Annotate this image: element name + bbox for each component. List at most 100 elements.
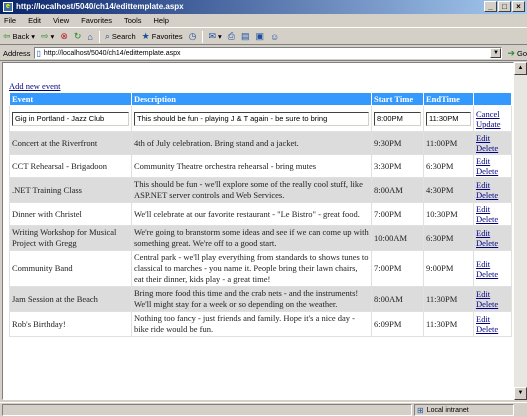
edit-link[interactable]: Edit bbox=[476, 259, 509, 269]
status-bar: ⊞ Local intranet bbox=[0, 402, 527, 417]
grid-header-row: Event Description Start Time EndTime bbox=[9, 92, 512, 106]
stop-button[interactable]: ⊗ bbox=[60, 31, 68, 42]
page-content: Add new event Event Description Start Ti… bbox=[9, 81, 512, 337]
mail-dropdown-icon: ▾ bbox=[217, 32, 222, 41]
description-input[interactable]: This should be fun - playing J & T again… bbox=[134, 111, 369, 126]
edit-link[interactable]: Edit bbox=[476, 133, 509, 143]
edit-link[interactable]: Edit bbox=[476, 314, 509, 324]
end-time-cell: 11:30PM bbox=[423, 286, 474, 312]
back-arrow-icon: ⇦ bbox=[3, 31, 11, 41]
header-event: Event bbox=[9, 92, 132, 106]
event-cell: Writing Workshop for Musical Project wit… bbox=[9, 225, 132, 251]
end-time-cell: 11:30PM bbox=[423, 311, 474, 337]
delete-link[interactable]: Delete bbox=[476, 166, 509, 176]
edit-link[interactable]: Edit bbox=[476, 180, 509, 190]
delete-link[interactable]: Delete bbox=[476, 143, 509, 153]
edit-link[interactable]: Edit bbox=[476, 289, 509, 299]
vertical-scrollbar[interactable]: ▲ ▼ bbox=[514, 62, 527, 400]
end-time-cell: 11:00PM bbox=[423, 131, 474, 155]
menu-file[interactable]: File bbox=[4, 16, 16, 25]
status-text bbox=[2, 404, 412, 416]
header-end-time: EndTime bbox=[423, 92, 474, 106]
menu-tools[interactable]: Tools bbox=[124, 16, 142, 25]
close-button[interactable]: × bbox=[512, 1, 525, 12]
delete-link[interactable]: Delete bbox=[476, 238, 509, 248]
print-icon: ⎙ bbox=[227, 31, 235, 41]
address-bar: Address ▯ http://localhost/5040/ch14/edi… bbox=[0, 46, 527, 61]
menu-edit[interactable]: Edit bbox=[28, 16, 41, 25]
back-button[interactable]: ⇦ Back ▾ bbox=[3, 31, 35, 42]
search-button[interactable]: ⌕ Search bbox=[105, 31, 136, 42]
menu-favorites[interactable]: Favorites bbox=[81, 16, 112, 25]
favorites-button[interactable]: ★ Favorites bbox=[142, 31, 183, 42]
go-button[interactable]: ➔ Go bbox=[507, 48, 527, 59]
address-dropdown-icon[interactable]: ▼ bbox=[490, 48, 502, 58]
address-url: http://localhost/5040/ch14/edittemplate.… bbox=[43, 49, 181, 57]
edit-link[interactable]: Edit bbox=[476, 156, 509, 166]
cancel-link[interactable]: Cancel bbox=[476, 109, 509, 119]
header-start-time: Start Time bbox=[371, 92, 424, 106]
toolbar-separator bbox=[202, 30, 204, 43]
delete-link[interactable]: Delete bbox=[476, 324, 509, 334]
messenger-icon: ☺ bbox=[269, 31, 280, 42]
end-time-cell: 9:00PM bbox=[423, 250, 474, 287]
go-label: Go bbox=[516, 48, 527, 58]
header-description: Description bbox=[131, 92, 372, 106]
table-row: Jam Session at the Beach Bring more food… bbox=[9, 286, 512, 312]
end-time-input[interactable]: 11:30PM bbox=[426, 111, 471, 126]
description-cell: Bring more food this time and the crab n… bbox=[131, 286, 372, 312]
security-zone: ⊞ Local intranet bbox=[414, 404, 514, 416]
minimize-button[interactable]: _ bbox=[484, 1, 497, 12]
address-input[interactable]: ▯ http://localhost/5040/ch14/edittemplat… bbox=[33, 47, 503, 59]
mail-icon: ✉ bbox=[208, 31, 216, 41]
description-cell: Nothing too fancy - just friends and fam… bbox=[131, 311, 372, 337]
messenger-button[interactable]: ☺ bbox=[270, 32, 279, 42]
title-bar: e http://localhost/5040/ch14/edittemplat… bbox=[0, 0, 527, 14]
forward-button[interactable]: ⇨ ▾ bbox=[41, 31, 54, 42]
edit-link[interactable]: Edit bbox=[476, 228, 509, 238]
mail-button[interactable]: ✉ ▾ bbox=[208, 31, 221, 42]
go-arrow-icon: ➔ bbox=[507, 47, 515, 58]
start-time-cell: 8:00AM bbox=[371, 177, 424, 203]
event-cell: Jam Session at the Beach bbox=[9, 286, 132, 312]
header-actions bbox=[473, 92, 512, 106]
description-cell: We'll celebrate at our favorite restaura… bbox=[131, 202, 372, 226]
description-cell: We're going to branstorm some ideas and … bbox=[131, 225, 372, 251]
update-link[interactable]: Update bbox=[476, 119, 509, 129]
discuss-button[interactable]: ▣ bbox=[255, 31, 264, 42]
delete-link[interactable]: Delete bbox=[476, 269, 509, 279]
delete-link[interactable]: Delete bbox=[476, 299, 509, 309]
end-time-cell: 6:30PM bbox=[423, 154, 474, 178]
add-new-event-link[interactable]: Add new event bbox=[9, 81, 511, 92]
print-button[interactable]: ⎙ bbox=[228, 31, 235, 42]
delete-link[interactable]: Delete bbox=[476, 190, 509, 200]
start-time-cell: 10:00AM bbox=[371, 225, 424, 251]
home-button[interactable]: ⌂ bbox=[87, 32, 92, 42]
refresh-button[interactable]: ↻ bbox=[74, 31, 82, 42]
forward-arrow-icon: ⇨ bbox=[41, 31, 49, 41]
event-cell: .NET Training Class bbox=[9, 177, 132, 203]
delete-link[interactable]: Delete bbox=[476, 214, 509, 224]
start-time-input[interactable]: 8:00PM bbox=[374, 111, 421, 126]
refresh-icon: ↻ bbox=[73, 31, 82, 41]
search-icon: ⌕ bbox=[104, 31, 110, 41]
page-icon: ▯ bbox=[36, 48, 41, 58]
stop-icon: ⊗ bbox=[60, 31, 68, 41]
table-row: Writing Workshop for Musical Project wit… bbox=[9, 225, 512, 251]
history-button[interactable]: ◷ bbox=[189, 31, 197, 42]
edit-link[interactable]: Edit bbox=[476, 204, 509, 214]
description-cell: This should be fun - we'll explore some … bbox=[131, 177, 372, 203]
scroll-down-icon[interactable]: ▼ bbox=[514, 387, 527, 400]
event-cell: Dinner with Christel bbox=[9, 202, 132, 226]
ie-icon: e bbox=[3, 2, 13, 12]
start-time-cell: 8:00AM bbox=[371, 286, 424, 312]
history-icon: ◷ bbox=[188, 31, 197, 41]
menu-help[interactable]: Help bbox=[154, 16, 169, 25]
maximize-button[interactable]: □ bbox=[498, 1, 511, 12]
scroll-up-icon[interactable]: ▲ bbox=[514, 62, 527, 75]
menu-view[interactable]: View bbox=[53, 16, 69, 25]
event-input[interactable]: Gig in Portland - Jazz Club bbox=[12, 111, 129, 126]
table-row: CCT Rehearsal - Brigadoon Community Thea… bbox=[9, 154, 512, 178]
toolbar-separator bbox=[98, 30, 100, 43]
edit-page-button[interactable]: ▤ bbox=[241, 31, 250, 42]
